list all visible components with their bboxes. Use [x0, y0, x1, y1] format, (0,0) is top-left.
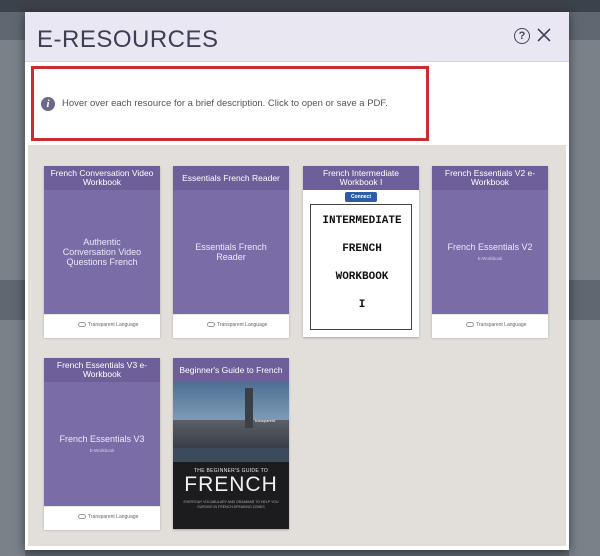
brand-logo-icon: [466, 322, 474, 327]
resource-card-conversation-workbook[interactable]: French Conversation Video Workbook Authe…: [44, 166, 160, 338]
info-message: i Hover over each resource for a brief d…: [31, 66, 429, 141]
brand-logo-icon: [207, 322, 215, 327]
connect-logo: Connect: [345, 192, 377, 202]
cover-text: Authentic Conversation Video Questions F…: [62, 237, 142, 267]
resource-cover: Essentials French Reader: [173, 190, 289, 314]
cover-line: FRENCH: [342, 243, 382, 255]
brand-text: Transparent Language: [476, 322, 527, 328]
brand-logo-icon: [78, 322, 86, 327]
resource-cover: Connect INTERMEDIATE FRENCH WORKBOOK I: [303, 190, 419, 337]
resource-card-intermediate-workbook[interactable]: French Intermediate Workbook I Connect I…: [303, 166, 419, 337]
cover-footer: Transparent Language: [173, 314, 289, 338]
brand-text: Transparent Language: [88, 322, 139, 328]
background-topbar: [0, 0, 600, 12]
resource-cover: French Essentials V3 E-Workbook: [44, 382, 160, 506]
resource-title: Essentials French Reader: [173, 166, 289, 190]
resource-card-essentials-v2[interactable]: French Essentials V2 e-Workbook French E…: [432, 166, 548, 338]
cover-photo-tower: [245, 388, 253, 428]
resource-grid: French Conversation Video Workbook Authe…: [28, 145, 566, 546]
cover-frame: INTERMEDIATE FRENCH WORKBOOK I: [310, 204, 412, 330]
info-text: Hover over each resource for a brief des…: [62, 98, 388, 109]
resource-title: French Essentials V3 e-Workbook: [44, 358, 160, 382]
resource-title: Beginner's Guide to French: [173, 358, 289, 382]
help-icon[interactable]: ?: [514, 28, 530, 44]
cover-footer: Transparent Language: [44, 506, 160, 530]
brand-logo-icon: [78, 514, 86, 519]
info-icon: i: [41, 97, 55, 111]
background-panel-left-lower: [0, 320, 25, 556]
cover-title: FRENCH: [184, 473, 278, 496]
background-panel-right: [569, 40, 600, 280]
cover-line: WORKBOOK: [335, 271, 389, 283]
cover-line: INTERMEDIATE: [322, 215, 402, 227]
resource-card-essentials-reader[interactable]: Essentials French Reader Essentials Fren…: [173, 166, 289, 338]
cover-footer: Transparent Language: [44, 314, 160, 338]
resource-cover: Authentic Conversation Video Questions F…: [44, 190, 160, 314]
cover-line: I: [358, 299, 366, 311]
cover-text: French Essentials V2: [447, 242, 533, 252]
brand-text: Transparent Language: [217, 322, 268, 328]
modal-title: E-RESOURCES: [37, 26, 219, 53]
cover-text: French Essentials V3: [59, 434, 145, 444]
resource-cover: French Essentials V2 E-Workbook: [432, 190, 548, 314]
background-panel-right-lower: [569, 320, 600, 556]
cover-footer: Transparent Language: [432, 314, 548, 338]
cover-photo-river: [173, 448, 289, 462]
resource-card-beginners-guide[interactable]: Beginner's Guide to French transparent T…: [173, 358, 289, 529]
resource-card-essentials-v3[interactable]: French Essentials V3 e-Workbook French E…: [44, 358, 160, 530]
resource-title: French Intermediate Workbook I: [303, 166, 419, 190]
cover-text: Essentials French Reader: [195, 242, 267, 262]
modal-header: E-RESOURCES ?: [25, 12, 569, 62]
cover-subtext: E-Workbook: [477, 256, 503, 261]
resource-title: French Conversation Video Workbook: [44, 166, 160, 190]
resource-cover: transparent THE BEGINNER'S GUIDE TO FREN…: [173, 382, 289, 529]
e-resources-modal: E-RESOURCES ? i Hover over each resource…: [25, 12, 569, 550]
resource-title: French Essentials V2 e-Workbook: [432, 166, 548, 190]
cover-description: EVERYDAY VOCABULARY AND GRAMMAR TO HELP …: [183, 500, 279, 509]
brand-text: Transparent Language: [88, 514, 139, 520]
cover-subtext: E-Workbook: [89, 448, 115, 453]
background-panel-left: [0, 40, 25, 280]
cover-brand: transparent: [255, 418, 276, 423]
close-icon[interactable]: [536, 27, 552, 43]
